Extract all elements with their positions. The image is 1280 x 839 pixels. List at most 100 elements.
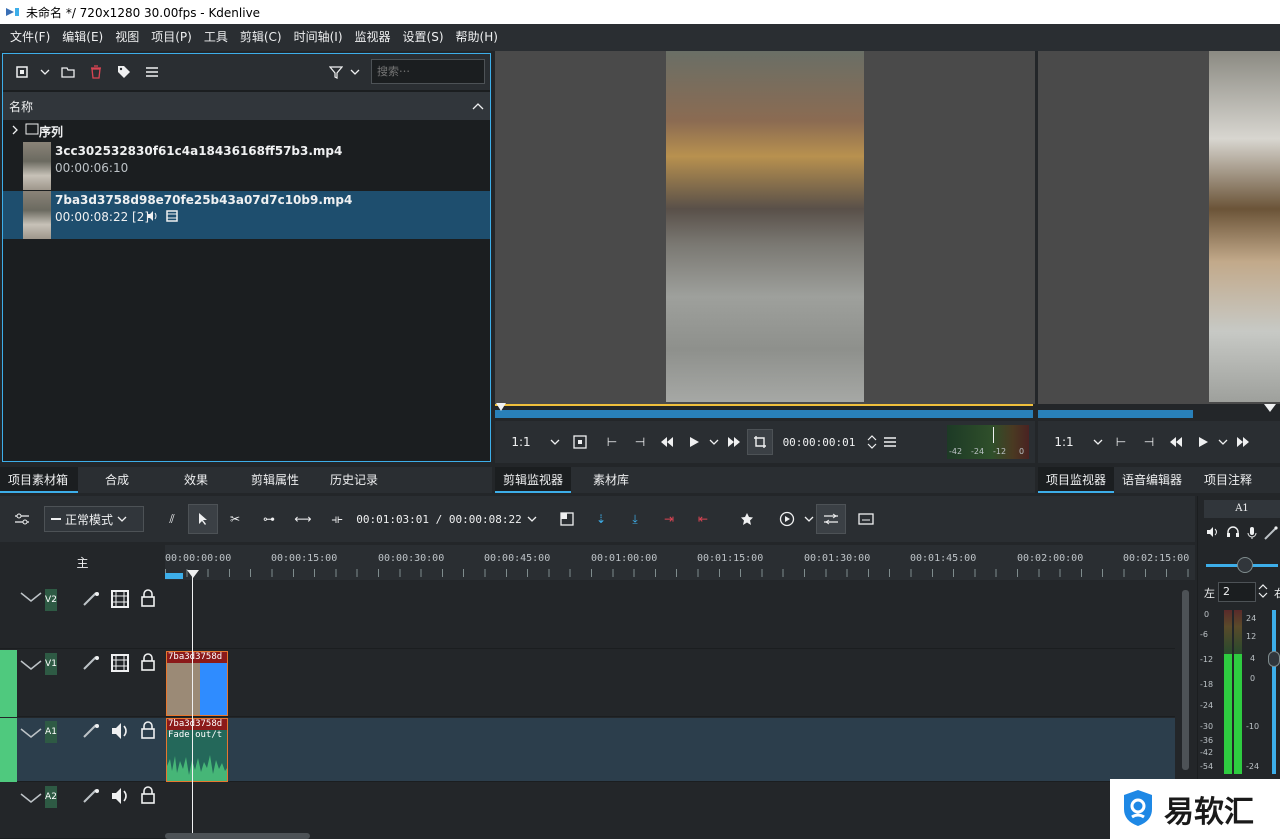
video-track-icon[interactable] xyxy=(111,590,129,611)
mute-icon[interactable] xyxy=(1206,526,1220,541)
menu-monitor[interactable]: 监视器 xyxy=(349,24,397,51)
fit-frame-icon[interactable] xyxy=(563,435,597,449)
set-in-point-icon[interactable]: ⊢ xyxy=(1106,435,1136,449)
effects-wand-icon[interactable] xyxy=(1264,526,1278,543)
edit-mode-select[interactable]: 正常模式 xyxy=(44,506,144,532)
bin-folder-row[interactable]: 序列 xyxy=(3,120,490,142)
chevron-down-icon[interactable] xyxy=(547,438,563,446)
tab-subtitle-editor[interactable]: 语音编辑器 xyxy=(1114,467,1196,493)
selection-tool-icon[interactable] xyxy=(188,504,218,534)
tab-compositions[interactable]: 合成 xyxy=(78,467,156,493)
crop-icon[interactable] xyxy=(747,429,773,455)
audio-track-icon[interactable] xyxy=(111,787,131,808)
favorite-star-icon[interactable] xyxy=(730,512,764,526)
track-lane-a2[interactable] xyxy=(165,783,1175,839)
razor-tool-icon[interactable]: ✂ xyxy=(218,512,252,526)
tab-effects[interactable]: 效果 xyxy=(156,467,236,493)
track-lane-v1[interactable]: 7ba3d3758d xyxy=(165,650,1175,717)
tag-icon[interactable] xyxy=(113,61,135,83)
menu-edit[interactable]: 编辑(E) xyxy=(56,24,109,51)
chevron-down-icon[interactable] xyxy=(802,515,816,523)
menu-tool[interactable]: 工具 xyxy=(198,24,234,51)
menu-timeline[interactable]: 时间轴(I) xyxy=(288,24,349,51)
timecode-display[interactable]: 00:00:00:01 xyxy=(773,436,865,449)
balance-spinbox[interactable]: 2 xyxy=(1218,582,1256,602)
menu-file[interactable]: 文件(F) xyxy=(4,24,56,51)
tab-library[interactable]: 素材库 xyxy=(571,467,651,493)
hamburger-menu-icon[interactable] xyxy=(141,61,163,83)
effects-wand-icon[interactable] xyxy=(82,788,100,807)
effects-wand-icon[interactable] xyxy=(82,655,100,674)
tab-clip-properties[interactable]: 剪辑属性 xyxy=(236,467,314,493)
lock-icon[interactable] xyxy=(140,786,156,807)
effects-wand-icon[interactable] xyxy=(82,591,100,610)
timeline-position[interactable]: 00:01:03:01 / 00:00:08:22 xyxy=(354,513,524,526)
filter-dropdown-icon[interactable] xyxy=(349,61,361,83)
timeline-settings-icon[interactable] xyxy=(0,512,44,526)
chevron-down-icon[interactable] xyxy=(39,61,51,83)
effects-wand-icon[interactable] xyxy=(82,723,100,742)
set-in-point-icon[interactable]: ⊢ xyxy=(597,435,627,449)
insert-clip-icon[interactable]: ⇣ xyxy=(584,512,618,526)
rewind-icon[interactable] xyxy=(1162,436,1190,448)
tab-project-bin[interactable]: 项目素材箱 xyxy=(0,467,78,493)
menu-clip[interactable]: 剪辑(C) xyxy=(234,24,288,51)
spin-arrows-icon[interactable] xyxy=(1258,584,1268,601)
mixer-toggle-icon[interactable] xyxy=(816,504,846,534)
forward-icon[interactable] xyxy=(721,436,747,448)
monitor-menu-icon[interactable] xyxy=(879,437,901,447)
track-lane-v2[interactable] xyxy=(165,582,1175,649)
razor-all-icon[interactable]: ⫽ xyxy=(156,512,188,527)
timecode-spin-icon[interactable] xyxy=(865,435,879,449)
lock-icon[interactable] xyxy=(140,653,156,674)
overwrite-clip-icon[interactable]: ⤓ xyxy=(618,512,652,527)
collapse-track-icon[interactable] xyxy=(20,659,42,674)
balance-handle[interactable] xyxy=(1237,557,1253,573)
filter-icon[interactable] xyxy=(325,61,347,83)
preview-render-icon[interactable] xyxy=(772,511,802,527)
column-name-label[interactable]: 名称 xyxy=(9,98,33,115)
track-header-v2[interactable]: V2 xyxy=(0,582,165,649)
collapse-track-icon[interactable] xyxy=(20,792,42,807)
master-header[interactable]: 主 xyxy=(0,545,165,580)
project-monitor-ruler[interactable] xyxy=(1038,404,1280,420)
track-lane-a1[interactable]: 7ba3d3758d Fade out/t xyxy=(165,718,1175,782)
new-folder-icon[interactable] xyxy=(57,61,79,83)
play-icon[interactable] xyxy=(1190,436,1216,448)
menu-settings[interactable]: 设置(S) xyxy=(397,24,450,51)
ripple-tool-icon[interactable]: ⟷ xyxy=(286,512,320,526)
subtitle-icon[interactable] xyxy=(846,513,886,525)
chevron-up-icon[interactable] xyxy=(472,99,484,113)
clip-monitor[interactable] xyxy=(495,51,1035,405)
volume-fader-handle[interactable] xyxy=(1268,651,1280,667)
record-mic-icon[interactable] xyxy=(1246,526,1258,543)
clip-monitor-ruler[interactable] xyxy=(495,403,1035,420)
zoom-select[interactable]: 1:1 xyxy=(495,435,547,449)
bin-clip-row[interactable]: 3cc302532830f61c4a18436168ff57b3.mp4 00:… xyxy=(3,142,490,190)
set-out-point-icon[interactable]: ⊣ xyxy=(627,435,653,449)
collapse-track-icon[interactable] xyxy=(20,591,42,606)
tab-undo-history[interactable]: 历史记录 xyxy=(314,467,394,493)
timeline-ruler[interactable]: 00:00:00:00 00:00:15:00 00:00:30:00 00:0… xyxy=(165,545,1195,580)
playhead-marker-icon[interactable] xyxy=(1264,404,1276,412)
menu-view[interactable]: 视图 xyxy=(109,24,145,51)
project-monitor[interactable] xyxy=(1038,51,1280,405)
composite-icon[interactable] xyxy=(550,512,584,526)
extract-icon[interactable]: ⇥ xyxy=(652,512,686,526)
headphones-icon[interactable] xyxy=(1226,526,1240,541)
track-header-v1[interactable]: V1 xyxy=(0,650,165,717)
menu-help[interactable]: 帮助(H) xyxy=(450,24,504,51)
lock-icon[interactable] xyxy=(140,721,156,742)
play-options-icon[interactable] xyxy=(1216,438,1230,446)
slip-tool-icon[interactable]: ⟛ xyxy=(320,512,354,527)
collapse-track-icon[interactable] xyxy=(20,727,42,742)
timeline-horizontal-scrollbar[interactable] xyxy=(165,833,310,839)
delete-icon[interactable] xyxy=(85,61,107,83)
timeline-audio-clip[interactable]: 7ba3d3758d Fade out/t xyxy=(166,718,228,782)
set-out-point-icon[interactable]: ⊣ xyxy=(1136,435,1162,449)
bin-clip-row-selected[interactable]: 7ba3d3758d98e70fe25b43a07d7c10b9.mp4 00:… xyxy=(3,191,490,239)
spacer-tool-icon[interactable]: ⊶ xyxy=(252,512,286,526)
tab-project-notes[interactable]: 项目注释 xyxy=(1196,467,1280,493)
forward-icon[interactable] xyxy=(1230,436,1256,448)
rewind-icon[interactable] xyxy=(653,436,681,448)
